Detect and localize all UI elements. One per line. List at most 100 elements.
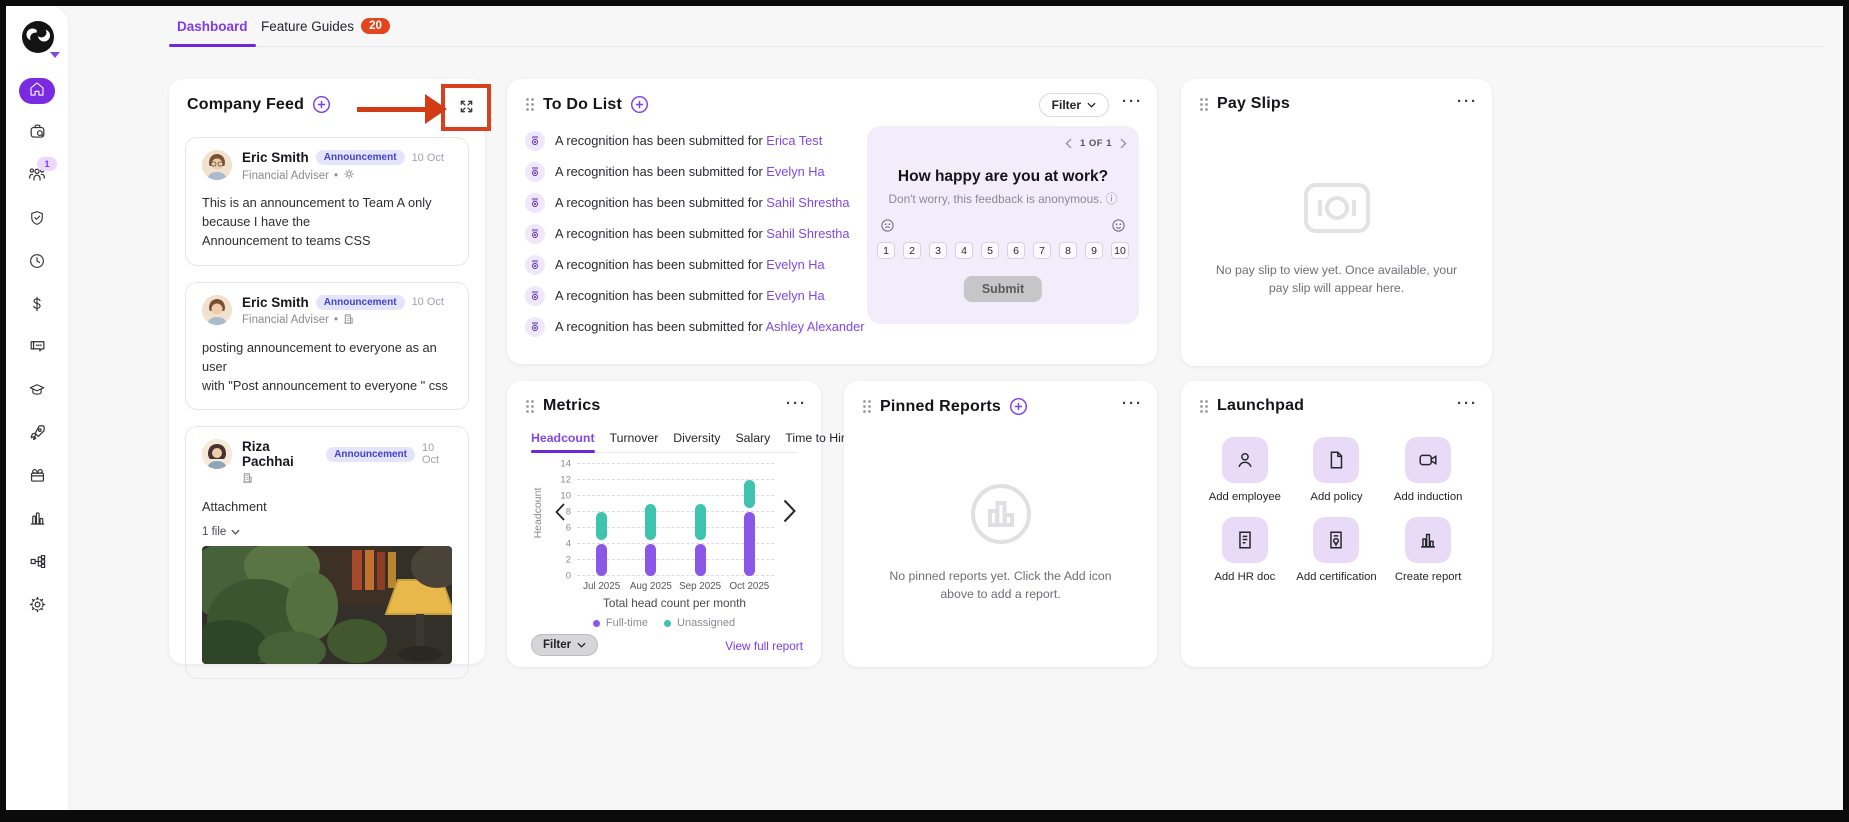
scale-button-1[interactable]: 1 xyxy=(877,242,895,259)
metrics-tab-diversity[interactable]: Diversity xyxy=(673,431,720,445)
todo-overflow-menu[interactable]: ··· xyxy=(1122,93,1143,110)
recognition-person-link[interactable]: Evelyn Ha xyxy=(766,257,824,272)
chart-y-tick: 12 xyxy=(560,474,571,486)
survey-submit-button[interactable]: Submit xyxy=(963,276,1043,302)
pinned-reports-overflow-menu[interactable]: ··· xyxy=(1122,395,1143,412)
recognition-medal-icon xyxy=(525,130,545,151)
tab-feature-guides[interactable]: Feature Guides 20 xyxy=(261,6,390,46)
metrics-tab-time-to-hire[interactable]: Time to Hire xyxy=(785,431,852,445)
recognition-medal-icon xyxy=(525,223,545,244)
file-toggle[interactable]: 1 file xyxy=(202,526,452,538)
launchpad-create-report[interactable]: Create report xyxy=(1382,517,1474,583)
company-logo[interactable] xyxy=(19,19,60,63)
briefcase-search-icon xyxy=(28,122,47,146)
todo-item[interactable]: A recognition has been submitted for Sah… xyxy=(525,187,855,218)
scale-button-10[interactable]: 10 xyxy=(1111,242,1129,259)
sidebar-item-learning[interactable] xyxy=(19,379,55,405)
chart-legend: Full-time Unassigned xyxy=(507,617,821,629)
sidebar-item-compliance[interactable] xyxy=(19,207,55,233)
recognition-person-link[interactable]: Sahil Shrestha xyxy=(766,226,849,241)
sidebar-item-launch[interactable] xyxy=(19,422,55,448)
legend-item: Full-time xyxy=(592,617,648,629)
happiness-scale: 1 2 3 4 5 6 7 8 9 10 xyxy=(877,242,1129,259)
scale-button-9[interactable]: 9 xyxy=(1085,242,1103,259)
bar-unassigned xyxy=(694,504,706,540)
recognition-person-link[interactable]: Evelyn Ha xyxy=(766,164,824,179)
scale-button-6[interactable]: 6 xyxy=(1007,242,1025,259)
launchpad-add-certification[interactable]: Add certification xyxy=(1291,517,1383,583)
pay-slips-overflow-menu[interactable]: ··· xyxy=(1457,93,1478,110)
sidebar-item-benefits[interactable] xyxy=(19,465,55,491)
metrics-panel: Metrics ··· Headcount Turnover Diversity… xyxy=(507,381,852,667)
drag-handle-icon[interactable] xyxy=(525,399,535,414)
sidebar-item-org-chart[interactable] xyxy=(19,551,55,577)
chat-icon xyxy=(28,337,47,361)
scale-button-4[interactable]: 4 xyxy=(955,242,973,259)
metrics-tab-turnover[interactable]: Turnover xyxy=(610,431,659,445)
scale-button-8[interactable]: 8 xyxy=(1059,242,1077,259)
sidebar-item-settings[interactable] xyxy=(19,594,55,620)
add-todo-button[interactable] xyxy=(630,95,649,114)
survey-prev-button[interactable] xyxy=(1065,138,1072,149)
todo-filter-button[interactable]: Filter xyxy=(1038,93,1109,117)
tab-dashboard[interactable]: Dashboard xyxy=(169,6,255,47)
metrics-filter-button[interactable]: Filter xyxy=(531,634,599,656)
clock-icon xyxy=(28,252,46,275)
chart-y-ticks: 0 2 4 6 8 10 12 14 xyxy=(545,459,571,582)
launchpad-add-employee[interactable]: Add employee xyxy=(1199,437,1291,503)
org-chart-icon xyxy=(28,552,47,576)
pay-slips-empty-text: No pay slip to view yet. Once available,… xyxy=(1215,263,1458,296)
view-full-report-link[interactable]: View full report xyxy=(725,639,803,653)
launchpad-add-hr-doc[interactable]: Add HR doc xyxy=(1199,517,1291,583)
todo-item[interactable]: A recognition has been submitted for Eve… xyxy=(525,280,855,311)
sidebar-item-time[interactable] xyxy=(19,250,55,276)
sidebar-item-chat[interactable] xyxy=(19,336,55,362)
chart-next-button[interactable] xyxy=(783,499,796,528)
metrics-overflow-menu[interactable]: ··· xyxy=(786,395,807,412)
rocket-icon xyxy=(28,423,47,447)
scale-button-7[interactable]: 7 xyxy=(1033,242,1051,259)
launchpad-add-policy[interactable]: Add policy xyxy=(1291,437,1383,503)
chart-x-tick-label: Jul 2025 xyxy=(583,581,621,592)
sidebar-item-people[interactable]: 1 xyxy=(19,157,57,190)
document-icon xyxy=(1313,437,1360,483)
metrics-tab-headcount[interactable]: Headcount xyxy=(531,431,595,453)
logo-dropdown-caret-icon[interactable] xyxy=(50,52,60,58)
chart-x-tick-label: Sep 2025 xyxy=(679,581,722,592)
metrics-tab-salary[interactable]: Salary xyxy=(735,431,770,445)
recognition-person-link[interactable]: Evelyn Ha xyxy=(766,288,824,303)
drag-handle-icon[interactable] xyxy=(862,399,872,414)
scale-button-5[interactable]: 5 xyxy=(981,242,999,259)
post-attachment-image[interactable] xyxy=(202,546,452,665)
todo-item[interactable]: A recognition has been submitted for Sah… xyxy=(525,218,855,249)
drag-handle-icon[interactable] xyxy=(1199,399,1209,414)
todo-item[interactable]: A recognition has been submitted for Ash… xyxy=(525,311,864,342)
sidebar-item-recruitment[interactable] xyxy=(19,121,55,147)
drag-handle-icon[interactable] xyxy=(525,97,535,112)
drag-handle-icon[interactable] xyxy=(1199,97,1209,112)
avatar xyxy=(202,294,232,325)
pay-slip-empty-icon xyxy=(1300,179,1374,242)
recognition-person-link[interactable]: Sahil Shrestha xyxy=(766,195,849,210)
scale-button-3[interactable]: 3 xyxy=(929,242,947,259)
company-feed-title: Company Feed xyxy=(187,95,305,113)
recognition-person-link[interactable]: Ashley Alexander xyxy=(766,319,865,334)
launchpad-add-induction[interactable]: Add induction xyxy=(1382,437,1474,503)
sidebar-item-home[interactable] xyxy=(19,78,55,104)
expand-feed-button[interactable] xyxy=(457,97,476,119)
add-post-button[interactable] xyxy=(312,95,331,114)
bar-fulltime xyxy=(596,544,608,576)
scale-button-2[interactable]: 2 xyxy=(903,242,921,259)
post-body: posting announcement to everyone as an u… xyxy=(202,339,448,393)
add-pinned-report-button[interactable] xyxy=(1009,397,1028,416)
recognition-person-link[interactable]: Erica Test xyxy=(766,133,822,148)
feature-guides-count-badge: 20 xyxy=(361,18,390,34)
sidebar-item-reports[interactable] xyxy=(19,508,55,534)
todo-item[interactable]: A recognition has been submitted for Eri… xyxy=(525,125,855,156)
launchpad-overflow-menu[interactable]: ··· xyxy=(1457,395,1478,412)
todo-item[interactable]: A recognition has been submitted for Eve… xyxy=(525,249,855,280)
info-icon[interactable]: ⓘ xyxy=(1106,192,1118,206)
sidebar-item-payroll[interactable] xyxy=(19,293,55,319)
todo-item[interactable]: A recognition has been submitted for Eve… xyxy=(525,156,855,187)
survey-next-button[interactable] xyxy=(1120,138,1127,149)
